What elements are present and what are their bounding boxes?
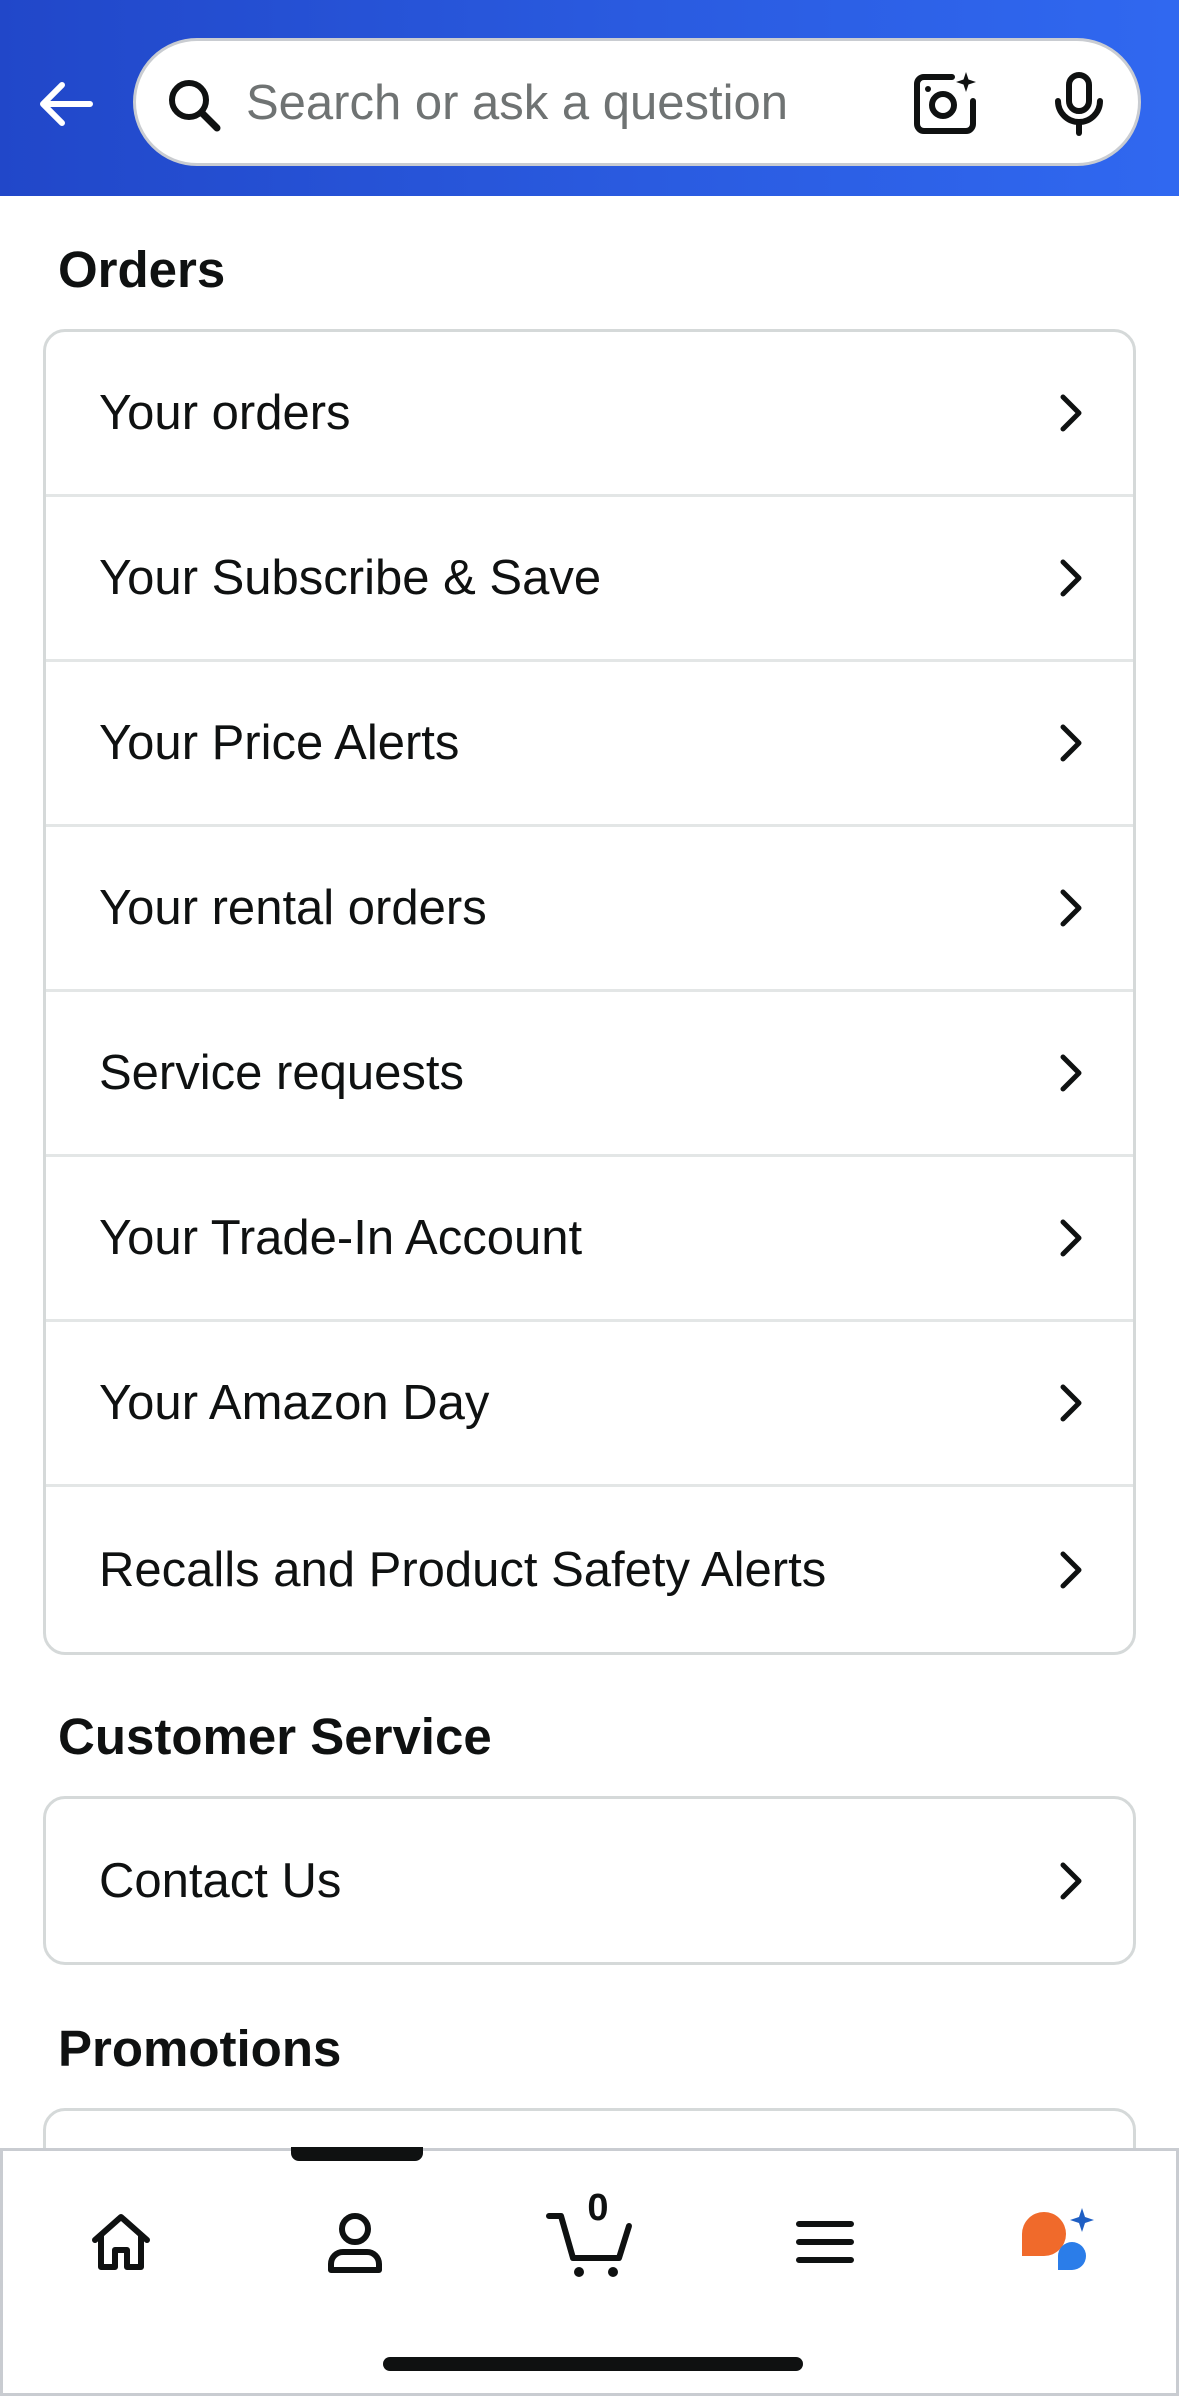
recalls-safety-alerts-item[interactable]: Recalls and Product Safety Alerts xyxy=(46,1487,1133,1652)
back-button[interactable] xyxy=(28,66,104,142)
chevron-right-icon xyxy=(1060,1219,1082,1257)
bottom-tab-bar: 0 xyxy=(0,2147,1179,2396)
list-item-label: Service requests xyxy=(99,1046,464,1100)
chevron-right-icon xyxy=(1060,724,1082,762)
list-item-label: Your rental orders xyxy=(99,881,487,935)
list-item-label: Contact Us xyxy=(99,1853,342,1908)
list-item-label: Your Price Alerts xyxy=(99,716,460,770)
chevron-right-icon xyxy=(1060,1384,1082,1422)
home-indicator-bar xyxy=(383,2357,803,2371)
person-icon xyxy=(328,2213,382,2273)
list-item-label: Your Trade-In Account xyxy=(99,1211,583,1265)
tab-cart[interactable]: 0 xyxy=(530,2187,650,2297)
tab-rufus[interactable] xyxy=(999,2187,1119,2297)
contact-us-item[interactable]: Contact Us xyxy=(46,1799,1133,1962)
menu-icon xyxy=(796,2221,854,2263)
list-item-label: Your Amazon Day xyxy=(99,1376,490,1430)
list-item-label: Recalls and Product Safety Alerts xyxy=(99,1542,827,1597)
list-item-label: Your orders xyxy=(99,386,351,440)
active-tab-indicator xyxy=(291,2147,423,2161)
tab-account[interactable] xyxy=(295,2187,415,2297)
search-icon xyxy=(169,80,221,132)
tab-menu[interactable] xyxy=(765,2187,885,2297)
chevron-right-icon xyxy=(1060,889,1082,927)
search-input[interactable] xyxy=(246,61,866,145)
top-header xyxy=(0,0,1179,196)
cart-count-badge: 0 xyxy=(587,2187,609,2229)
rental-orders-item[interactable]: Your rental orders xyxy=(46,827,1133,992)
home-icon xyxy=(92,2214,150,2270)
ai-assistant-icon xyxy=(1022,2208,1094,2270)
price-alerts-item[interactable]: Your Price Alerts xyxy=(46,662,1133,827)
tab-home[interactable] xyxy=(61,2187,181,2297)
service-requests-item[interactable]: Service requests xyxy=(46,992,1133,1157)
list-item-label: Your Subscribe & Save xyxy=(99,551,602,605)
chevron-right-icon xyxy=(1060,1551,1082,1588)
chevron-right-icon xyxy=(1060,394,1082,432)
back-arrow-icon xyxy=(40,82,93,126)
camera-lens-icon[interactable] xyxy=(912,71,978,137)
customer-service-section-title: Customer Service xyxy=(58,1708,492,1765)
microphone-icon[interactable] xyxy=(1046,71,1112,137)
customer-service-card: Contact Us xyxy=(43,1796,1136,1965)
orders-section-title: Orders xyxy=(58,241,226,298)
amazon-day-item[interactable]: Your Amazon Day xyxy=(46,1322,1133,1487)
chevron-right-icon xyxy=(1060,1862,1082,1899)
trade-in-account-item[interactable]: Your Trade-In Account xyxy=(46,1157,1133,1322)
search-bar[interactable] xyxy=(133,38,1141,166)
your-orders-item[interactable]: Your orders xyxy=(46,332,1133,497)
orders-card: Your orders Your Subscribe & Save Your P… xyxy=(43,329,1136,1655)
chevron-right-icon xyxy=(1060,559,1082,597)
subscribe-and-save-item[interactable]: Your Subscribe & Save xyxy=(46,497,1133,662)
chevron-right-icon xyxy=(1060,1054,1082,1092)
promotions-section-title: Promotions xyxy=(58,2020,342,2077)
